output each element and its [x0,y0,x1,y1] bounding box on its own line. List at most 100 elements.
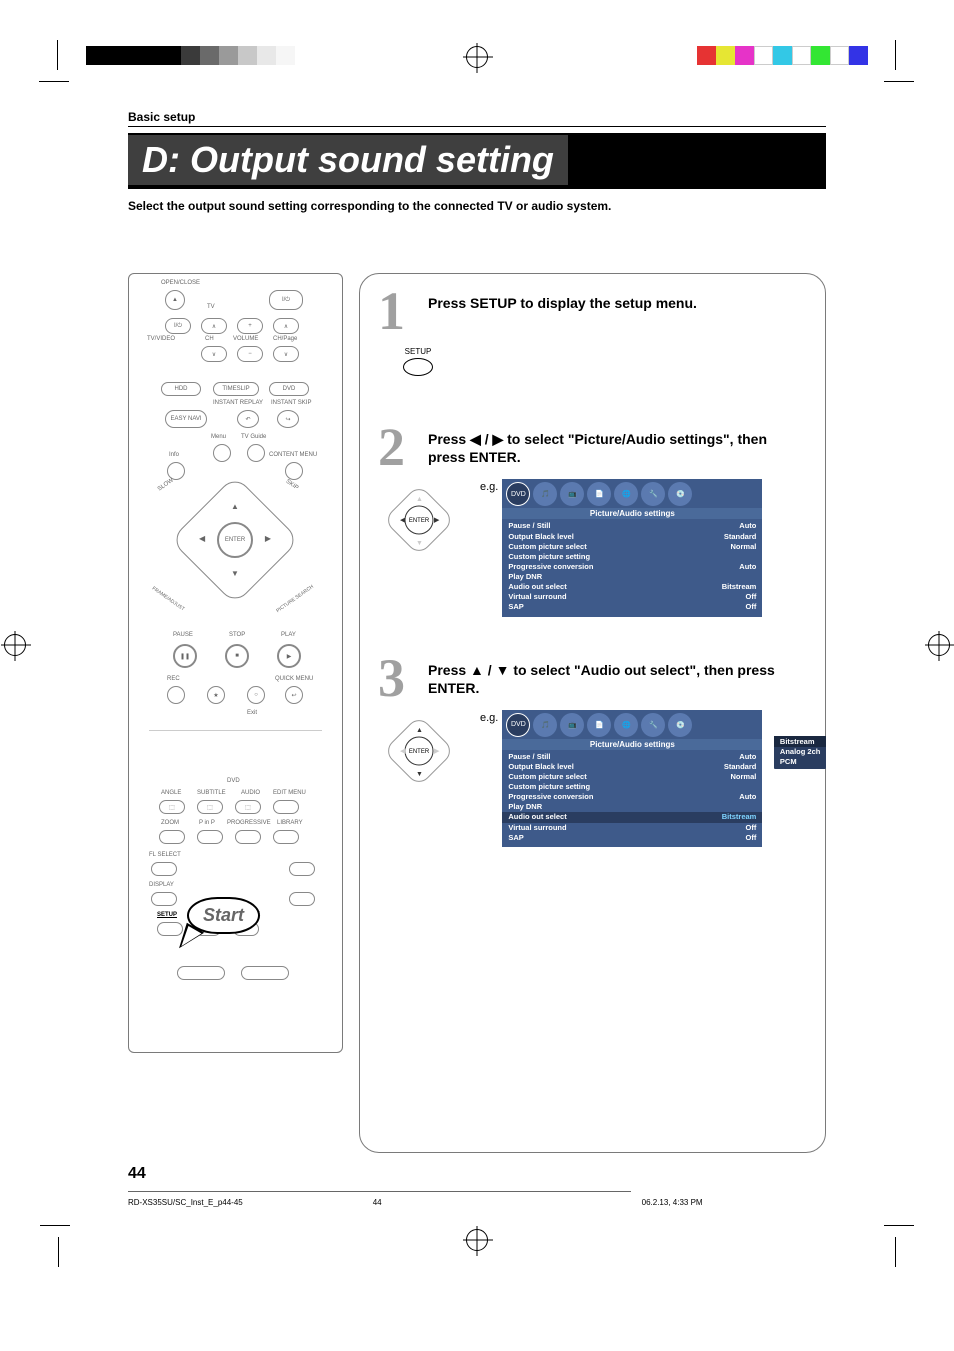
progressive-button [235,830,261,844]
page-title: D: Output sound setting [128,135,568,185]
start-callout: Start [187,897,260,934]
circle-button: ○ [247,686,265,704]
step-1: 1 Press SETUP to display the setup menu.… [378,290,807,376]
tab-icon-5: 🌐 [614,482,638,506]
enter-pad-diagram: ENTER◀▶▲▼ [388,489,450,551]
svg-text:▼: ▼ [416,771,423,778]
print-marks-bottom [0,1227,954,1267]
label-display: DISPLAY [149,882,174,888]
zoom-button [159,830,185,844]
step-2: 2 Press ◀ / ▶ to select "Picture/Audio s… [378,426,807,616]
footer-page: 44 [373,1198,382,1207]
footer-timestamp: 06.2.13, 4:33 PM [642,1198,703,1207]
menu-button [213,444,231,462]
label-tv-guide: TV Guide [241,434,266,440]
step-text-pre: Press [428,662,470,678]
label-rec: REC [167,676,180,682]
label-pinp: P in P [199,820,215,826]
label-setup: SETUP [157,912,177,918]
menu-row: Virtual surroundOff [508,823,756,833]
menu-row: Custom picture setting [508,552,756,562]
menu-body: Pause / StillAutoOutput Black levelStand… [502,519,762,616]
label-menu: Menu [211,434,226,440]
display-button [151,892,177,906]
tab-icon-5: 🌐 [614,713,638,737]
tab-icon-3: 📺 [560,482,584,506]
label-frame-adjust: FRAME/ADJUST [151,586,186,613]
star-button: ★ [207,686,225,704]
popup-option: PCM [780,757,820,767]
angle-button: ⬚ [159,800,185,814]
menu-row: Progressive conversionAuto [508,562,756,572]
input-select-button [289,862,315,876]
label-skip: SKIP [285,479,300,492]
step-number: 1 [378,290,418,333]
tab-icon-6: 🔧 [641,482,665,506]
tab-icon-dvd: DVD [506,713,530,737]
enter-button: ENTER [217,522,253,558]
vol-down-icon: − [237,346,263,362]
label-audio: AUDIO [241,790,260,796]
step-text: Press ◀ / ▶ to select "Picture/Audio set… [428,426,807,466]
label-tv: TV [207,304,215,310]
tab-icon-2: 🎵 [533,713,557,737]
steps-panel: 1 Press SETUP to display the setup menu.… [359,273,826,1153]
vol-up-icon: + [237,318,263,334]
popup-option: Analog 2ch [780,747,820,757]
crop-mark-icon [28,1237,58,1267]
svg-text:▶: ▶ [434,517,440,524]
pinp-button [197,830,223,844]
print-marks-top [0,0,954,60]
svg-text:▼: ▼ [416,540,423,547]
library-button [273,830,299,844]
registration-mark-icon [466,1229,488,1251]
step-text: Press SETUP to display the setup menu. [428,290,697,312]
enter-label: ENTER [409,518,430,524]
label-exit: Exit [247,710,257,716]
menu-row: Audio out selectBitstream [502,812,762,822]
menu-tabs: DVD 🎵 📺 📄 🌐 🔧 💿 [502,479,762,508]
footer: RD-XS35SU/SC_Inst_E_p44-45 44 06.2.13, 4… [128,1192,826,1207]
menu-row: Progressive conversionAuto [508,792,756,802]
label-pause: PAUSE [173,632,193,638]
tvguide-button [247,444,265,462]
eject-icon: ▲ [165,290,185,310]
menu-body: Pause / StillAutoOutput Black levelStand… [502,750,762,847]
replay-icon: ↶ [237,410,259,428]
setup-button-diagram: SETUP [388,347,448,376]
tab-icon-dvd: DVD [506,482,530,506]
onscreen-menu: DVD 🎵 📺 📄 🌐 🔧 💿 Picture/Audio settings [502,710,762,847]
subtitle: Select the output sound setting correspo… [128,199,826,213]
tab-icon-6: 🔧 [641,713,665,737]
label-ch-page: CH/Page [273,336,297,342]
menu-row: Play DNR [508,802,756,812]
label-instant-replay: INSTANT REPLAY [213,400,263,406]
tab-icon-4: 📄 [587,482,611,506]
easy-navi-button: EASY NAVI [165,410,207,428]
label-stop: STOP [229,632,245,638]
svg-text:◀: ◀ [400,517,406,524]
ch-down-icon: ∨ [201,346,227,362]
page-down-icon: ∨ [273,346,299,362]
tab-icon-4: 📄 [587,713,611,737]
skip-icon: ↪ [277,410,299,428]
menu-title: Picture/Audio settings [502,508,762,519]
label-info: Info [169,452,179,458]
menu-row: SAPOff [508,602,756,612]
tab-icon-7: 💿 [668,713,692,737]
page-up-icon: ∧ [273,318,299,334]
label-content-menu: CONTENT MENU [269,452,317,458]
step-number: 3 [378,657,418,700]
label-volume: VOLUME [233,336,258,342]
step-text-mid: to select "Audio out select", then press… [428,662,775,696]
label-quick-menu: QUICK MENU [275,676,313,682]
play-icon: ▶ [277,644,301,668]
eg-label: e.g. [480,712,498,724]
label-library: LIBRARY [277,820,303,826]
menu-row: Custom picture setting [508,782,756,792]
page-content: Basic setup D: Output sound setting Sele… [0,60,954,1227]
step-text-mid: to select "Picture/Audio settings", then… [428,431,767,465]
label-ch: CH [205,336,214,342]
quick-menu-button: ↩ [285,686,303,704]
eg-label: e.g. [480,481,498,493]
